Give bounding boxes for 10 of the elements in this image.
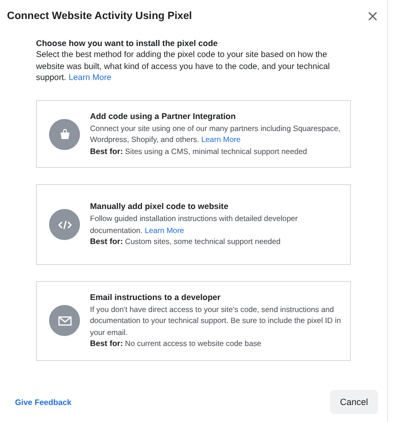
- intro-text: Select the best method for adding the pixel code to your site based on how the website was built, what kind of access you have to the code, and your technical support. Learn More: [36, 49, 331, 84]
- option-title: Add code using a Partner Integration: [90, 110, 237, 121]
- cancel-button[interactable]: Cancel: [330, 390, 378, 414]
- give-feedback-link[interactable]: Give Feedback: [15, 398, 72, 406]
- dialog-title: Connect Website Activity Using Pixel: [7, 10, 192, 22]
- option-title: Manually add pixel code to website: [90, 201, 230, 212]
- section-heading: Choose how you want to install the pixel code: [36, 38, 219, 48]
- learn-more-link[interactable]: Learn More: [68, 72, 112, 82]
- option-title: Email instructions to a developer: [90, 292, 222, 302]
- close-button[interactable]: ×: [366, 8, 379, 24]
